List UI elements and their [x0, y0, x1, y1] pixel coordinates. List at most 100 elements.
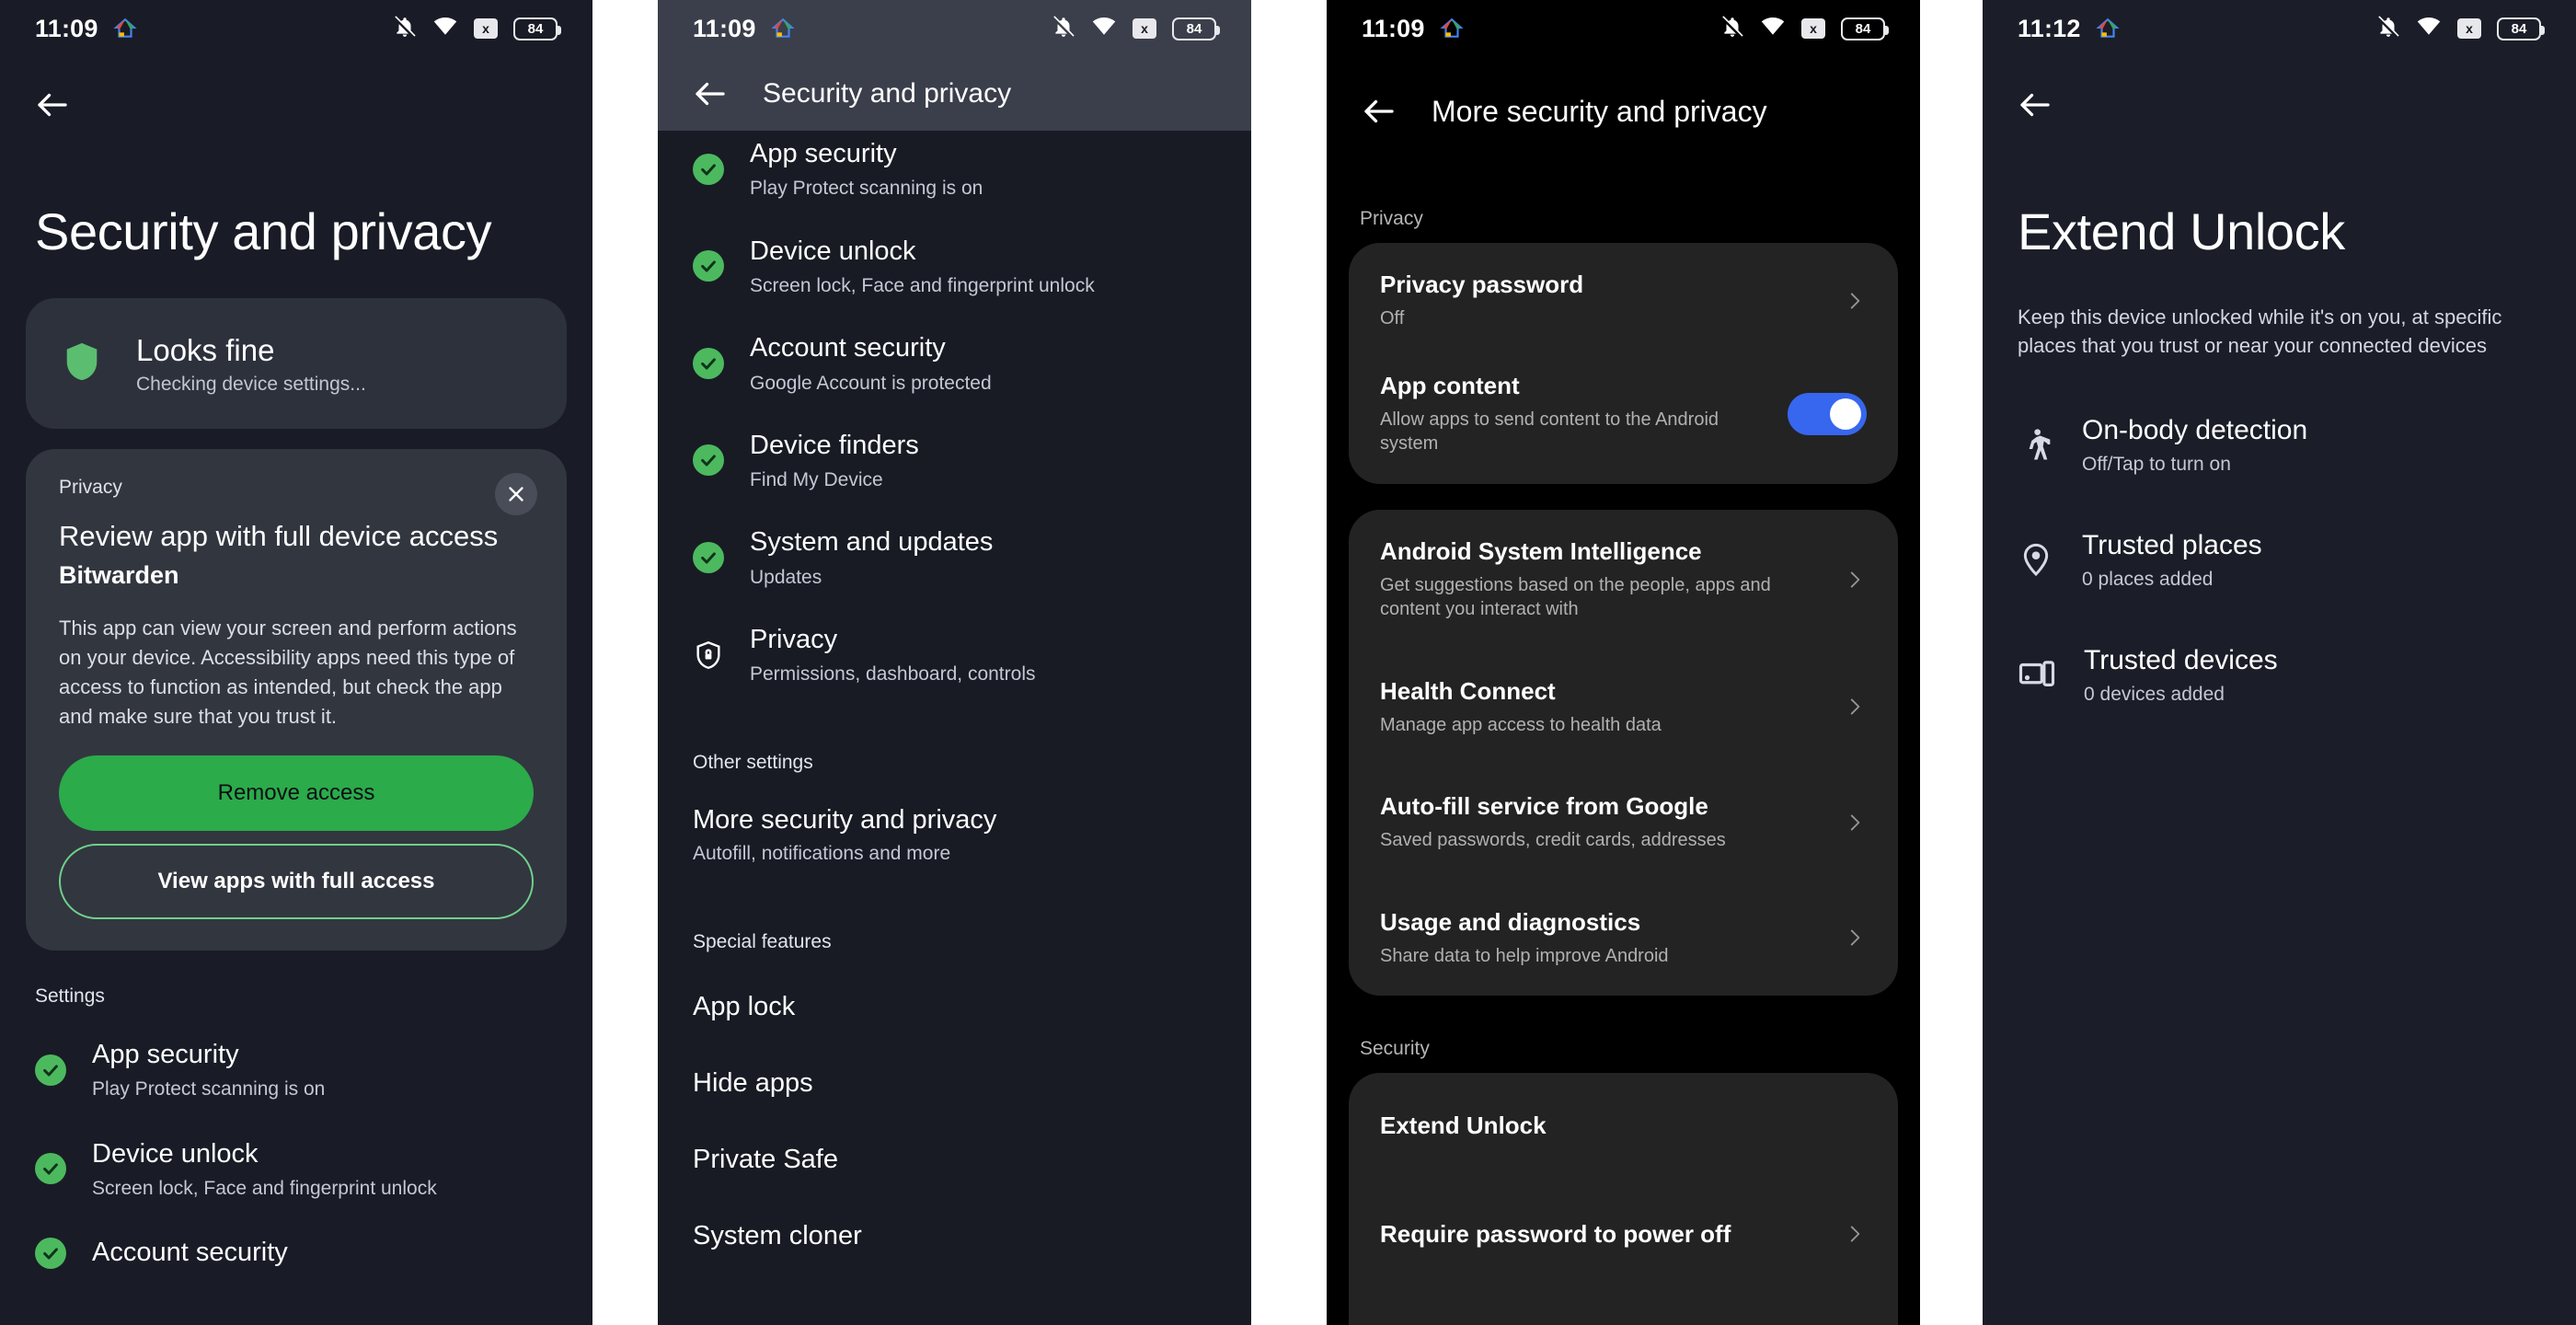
- app-bar-title: More security and privacy: [1432, 94, 1767, 128]
- status-bar: 11:09 x 84: [1327, 0, 1920, 57]
- list-item-title: Device unlock: [750, 236, 916, 266]
- device-status-card[interactable]: Looks fine Checking device settings...: [26, 298, 567, 430]
- list-item-texts: Trusted devices 0 devices added: [2084, 644, 2278, 706]
- list-item[interactable]: App security Play Protect scanning is on: [0, 1039, 592, 1101]
- list-item-subtitle: Permissions, dashboard, controls: [750, 663, 1036, 686]
- list-item-trusted-devices[interactable]: Trusted devices 0 devices added: [1983, 644, 2576, 706]
- list-item-hide-apps[interactable]: Hide apps: [658, 1068, 1251, 1099]
- security-section-label: Security: [1360, 1038, 1430, 1060]
- list-item-require-password-to-power-off[interactable]: Require password to power off: [1349, 1179, 1898, 1289]
- list-item-system-and-updates[interactable]: System and updates Updates: [658, 526, 1251, 589]
- list-item-texts: Device finders Find My Device: [750, 430, 919, 492]
- list-item-subtitle: Google Account is protected: [750, 372, 992, 394]
- app-bar: [0, 57, 592, 153]
- check-circle-icon: [693, 542, 724, 574]
- list-item-texts: Extend Unlock: [1380, 1112, 1867, 1140]
- no-sim-icon: x: [1801, 18, 1825, 39]
- close-icon[interactable]: [495, 473, 537, 516]
- list-item-android-system-intelligence[interactable]: Android System Intelligence Get suggesti…: [1349, 510, 1898, 650]
- status-bar-right: x 84: [1052, 14, 1220, 44]
- list-item-auto-fill-service-from-google[interactable]: Auto-fill service from Google Saved pass…: [1349, 765, 1898, 881]
- device-status-title: Looks fine: [136, 332, 275, 367]
- back-arrow-icon[interactable]: [1360, 92, 1398, 131]
- list-item-title: Android System Intelligence: [1380, 536, 1702, 565]
- status-bar: 11:09 x 84: [658, 0, 1251, 57]
- status-bar: 11:12 x 84: [1983, 0, 2576, 57]
- back-arrow-icon[interactable]: [691, 75, 730, 113]
- chevron-right-icon: [1843, 690, 1867, 723]
- check-circle-icon: [693, 250, 724, 282]
- list-item-subtitle: Off/Tap to turn on: [2082, 453, 2231, 475]
- list-item-privacy[interactable]: Privacy Permissions, dashboard, controls: [658, 624, 1251, 686]
- list-item-privacy-password[interactable]: Privacy password Off: [1349, 243, 1898, 359]
- devices-icon: [2018, 654, 2056, 695]
- remove-access-button[interactable]: Remove access: [59, 755, 534, 832]
- list-item-app-security[interactable]: App security Play Protect scanning is on: [658, 138, 1251, 201]
- list-item-device-unlock[interactable]: Device unlock Screen lock, Face and fing…: [658, 236, 1251, 298]
- list-item-title: App content: [1380, 371, 1520, 399]
- special-features-label: Special features: [693, 931, 832, 953]
- list-item-system-cloner[interactable]: System cloner: [658, 1221, 1251, 1251]
- list-item-private-safe[interactable]: Private Safe: [658, 1145, 1251, 1175]
- view-apps-with-full-access-button[interactable]: View apps with full access: [59, 844, 534, 920]
- list-item-more-security-and-privacy[interactable]: More security and privacy Autofill, noti…: [658, 805, 1251, 865]
- list-item-texts: App security Play Protect scanning is on: [750, 138, 983, 201]
- list-item-texts: Auto-fill service from Google Saved pass…: [1380, 792, 1830, 853]
- list-item-extend-unlock[interactable]: Extend Unlock: [1349, 1073, 1898, 1179]
- list-item-app-content[interactable]: App content Allow apps to send content t…: [1349, 359, 1898, 484]
- list-item-title: Auto-fill service from Google: [1380, 792, 1708, 821]
- list-item-texts: On-body detection Off/Tap to turn on: [2082, 414, 2307, 476]
- check-circle-icon: [693, 444, 724, 477]
- list-item-subtitle: Get suggestions based on the people, app…: [1380, 574, 1771, 620]
- list-item-account-security[interactable]: Account security Google Account is prote…: [658, 332, 1251, 395]
- list-item-on-body-detection[interactable]: On-body detection Off/Tap to turn on: [1983, 414, 2576, 476]
- list-item-trusted-places[interactable]: Trusted places 0 places added: [1983, 529, 2576, 591]
- list-item-subtitle: Share data to help improve Android: [1380, 945, 1669, 966]
- list-item-installation-sources[interactable]: Installation sources: [1349, 1289, 1898, 1325]
- check-circle-icon: [35, 1153, 66, 1185]
- wifi-icon: [1760, 14, 1786, 44]
- google-home-icon: [770, 17, 795, 40]
- phone-screen-security-and-privacy-scrolled: 11:09 x 84 Security and privacy App secu…: [658, 0, 1251, 1325]
- back-arrow-icon[interactable]: [33, 86, 72, 124]
- phone-screen-extend-unlock: 11:12 x 84 Extend Unlock Keep this devic…: [1983, 0, 2576, 1325]
- app-content-toggle[interactable]: [1788, 392, 1867, 435]
- app-bar: [1983, 57, 2576, 153]
- list-item-texts: System and updates Updates: [750, 526, 993, 589]
- list-item-texts: Account security Google Account is prote…: [750, 332, 992, 395]
- list-item-health-connect[interactable]: Health Connect Manage app access to heal…: [1349, 650, 1898, 766]
- list-item-subtitle: Play Protect scanning is on: [750, 178, 983, 200]
- bell-off-icon: [393, 15, 417, 43]
- list-item[interactable]: Account security: [0, 1237, 592, 1269]
- toggle-knob: [1830, 398, 1861, 430]
- list-item[interactable]: Device unlock Screen lock, Face and fing…: [0, 1138, 592, 1201]
- list-item-subtitle: Play Protect scanning is on: [92, 1078, 326, 1100]
- phone-screen-security-and-privacy: 11:09 x 84 Security and privacy Looks fi…: [0, 0, 592, 1325]
- bell-off-icon: [1720, 15, 1744, 43]
- list-item-title: Usage and diagnostics: [1380, 907, 1641, 936]
- list-item-subtitle: Saved passwords, credit cards, addresses: [1380, 830, 1726, 851]
- privacy-card-title: Review app with full device access: [59, 520, 499, 553]
- chevron-right-icon: [1843, 921, 1867, 954]
- list-item-subtitle: 0 places added: [2082, 568, 2214, 590]
- check-circle-icon: [35, 1237, 66, 1269]
- list-item-texts: Android System Intelligence Get suggesti…: [1380, 537, 1830, 622]
- list-item-texts: Account security: [92, 1237, 288, 1269]
- status-bar-clock: 11:09: [1362, 14, 1425, 42]
- google-home-icon: [1439, 17, 1464, 40]
- bell-off-icon: [1052, 15, 1075, 43]
- list-item-title: Trusted devices: [2084, 644, 2278, 675]
- back-arrow-icon[interactable]: [2016, 86, 2054, 124]
- list-item-title: Device unlock: [92, 1138, 259, 1169]
- google-home-icon: [2095, 17, 2120, 40]
- check-circle-icon: [693, 347, 724, 379]
- privacy-section-label: Privacy: [1360, 208, 1423, 229]
- list-item-usage-and-diagnostics[interactable]: Usage and diagnostics Share data to help…: [1349, 881, 1898, 997]
- status-bar: 11:09 x 84: [0, 0, 592, 57]
- list-item-device-finders[interactable]: Device finders Find My Device: [658, 430, 1251, 492]
- list-item-app-lock[interactable]: App lock: [658, 992, 1251, 1022]
- list-item-subtitle: 0 devices added: [2084, 683, 2225, 705]
- chevron-right-icon: [1843, 1217, 1867, 1250]
- list-item-title: System and updates: [750, 527, 994, 558]
- security-card-group-1: Extend Unlock Require password to power …: [1349, 1073, 1898, 1325]
